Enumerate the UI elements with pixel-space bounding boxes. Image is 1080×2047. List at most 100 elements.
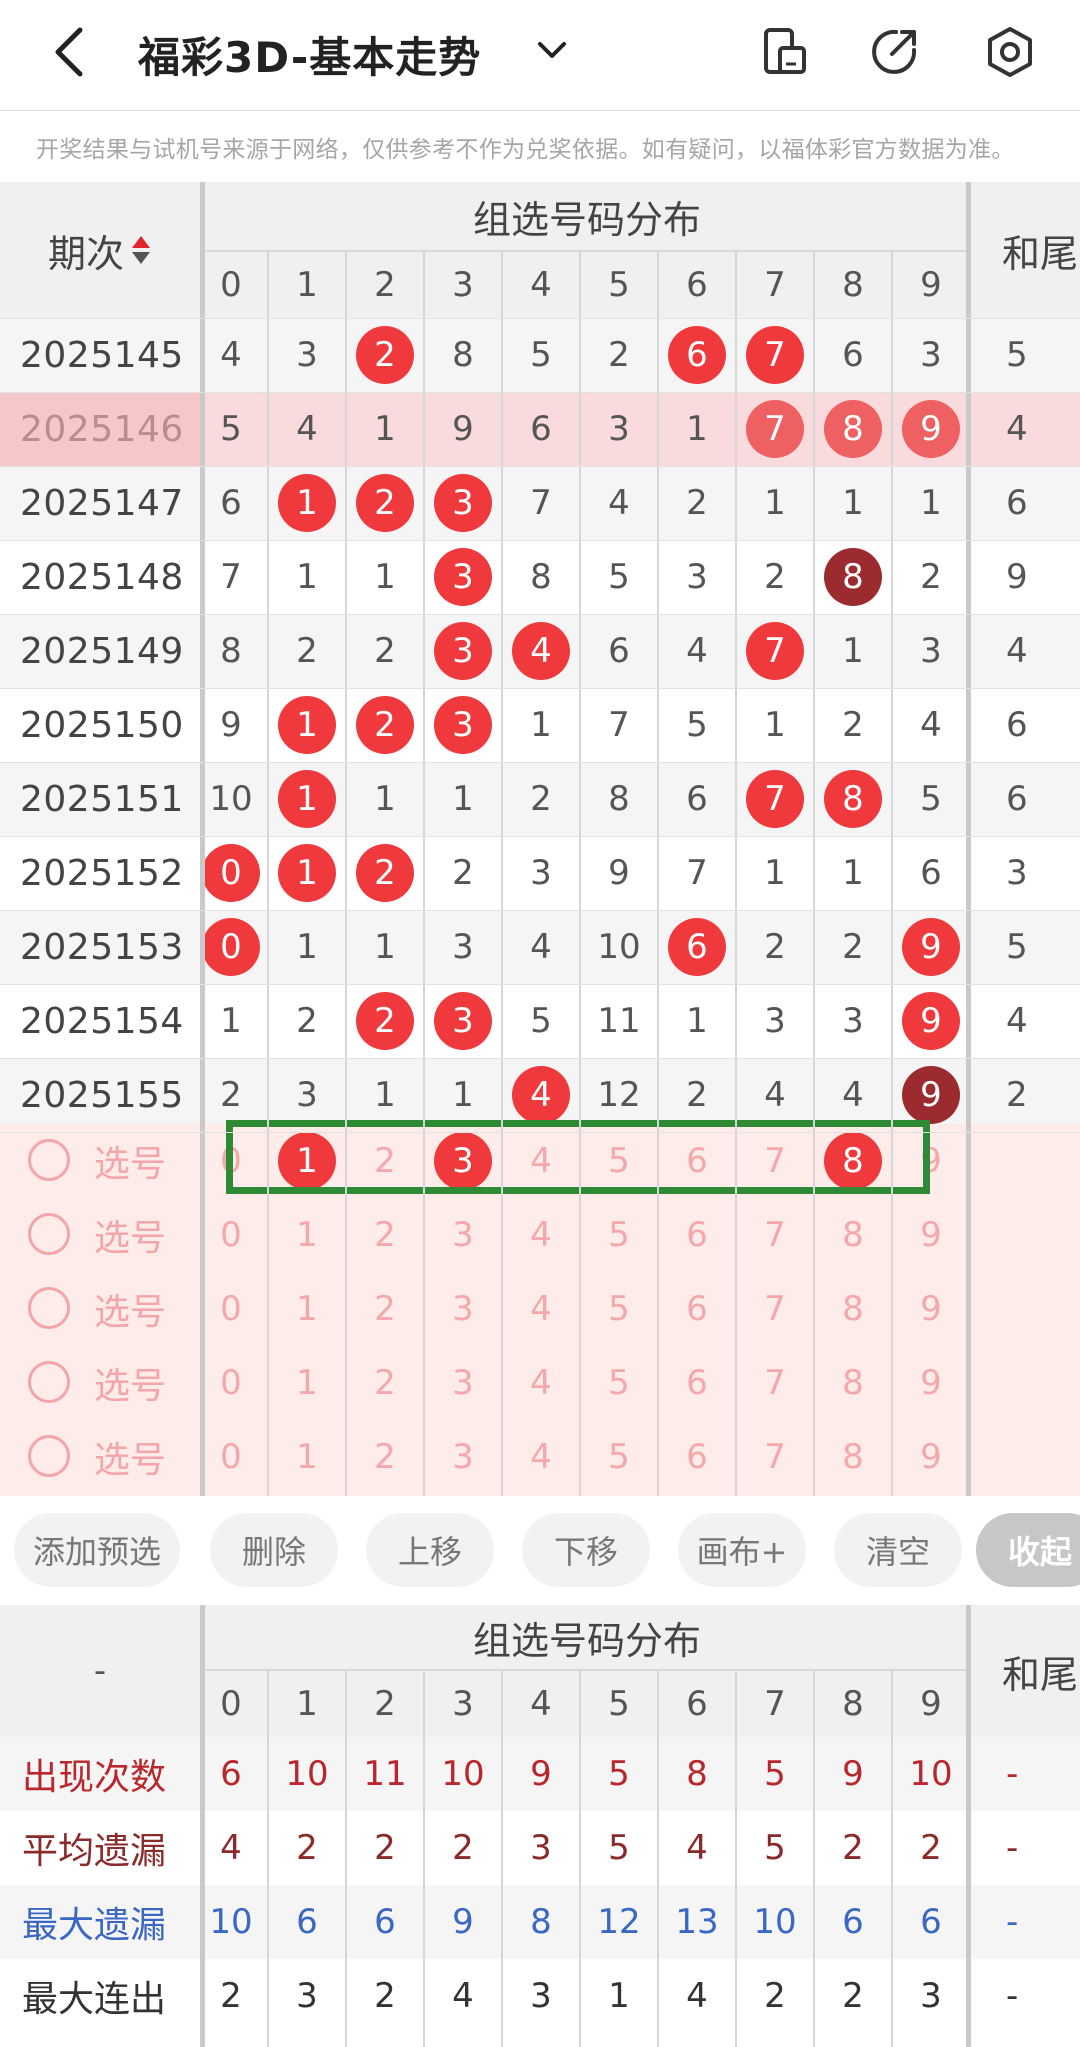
pick-digit-3[interactable]: 3 [424, 1346, 502, 1420]
miss-count-cell: 8 [530, 557, 552, 597]
device-button[interactable] [758, 24, 814, 80]
miss-count-cell: 1 [374, 409, 396, 449]
pick-digit-1[interactable]: 1 [268, 1198, 346, 1272]
pick-digit-8[interactable]: 8 [814, 1420, 892, 1494]
canvas-plus-button[interactable]: 画布+ [678, 1513, 806, 1587]
row-divider [0, 540, 1080, 541]
pick-digit-1[interactable]: 1 [268, 1346, 346, 1420]
stats-value: 3 [530, 1828, 552, 1868]
miss-count-cell: 2 [296, 1001, 318, 1041]
pick-digit-2[interactable]: 2 [346, 1198, 424, 1272]
share-button[interactable] [866, 24, 922, 80]
drawn-number-ball: 2 [356, 326, 414, 384]
pick-digit-9[interactable]: 9 [892, 1272, 970, 1346]
pick-digit-4[interactable]: 4 [502, 1346, 580, 1420]
table-row[interactable]: 2025153 0 1 1 3 4 10 6 2 2 9 5 [0, 910, 1080, 984]
table-row[interactable]: 2025149 8 2 2 3 4 6 4 7 1 3 4 [0, 614, 1080, 688]
miss-count-cell: 3 [686, 557, 708, 597]
stats-value: 6 [374, 1902, 396, 1942]
table-row[interactable]: 2025150 9 1 2 3 1 7 5 1 2 4 6 [0, 688, 1080, 762]
miss-count-cell: 7 [530, 483, 552, 523]
period-number: 2025148 [20, 556, 184, 598]
stats-value: 10 [285, 1754, 329, 1794]
pick-radio-button[interactable] [28, 1287, 70, 1329]
pick-digit-8[interactable]: 8 [814, 1272, 892, 1346]
period-number: 2025153 [20, 926, 184, 968]
pick-row[interactable]: 选号 0 1 2 3 4 5 6 7 8 9 [0, 1420, 1080, 1494]
pick-digit-4[interactable]: 4 [502, 1420, 580, 1494]
pick-radio-button[interactable] [28, 1435, 70, 1477]
pick-radio-button[interactable] [28, 1213, 70, 1255]
drawn-number-ball: 6 [668, 326, 726, 384]
pick-digit-3[interactable]: 3 [424, 1198, 502, 1272]
table-row[interactable]: 2025152 0 1 2 2 3 9 7 1 1 6 3 [0, 836, 1080, 910]
group-distribution-header: 组选号码分布 [472, 197, 701, 242]
miss-count-cell: 1 [452, 779, 474, 819]
pick-digit-5[interactable]: 5 [580, 1346, 658, 1420]
pick-digit-8[interactable]: 8 [814, 1198, 892, 1272]
clear-button[interactable]: 清空 [834, 1513, 962, 1587]
pick-digit-7[interactable]: 7 [736, 1272, 814, 1346]
collapse-button[interactable]: 收起 [976, 1513, 1080, 1587]
period-header-label: 期次 [47, 231, 124, 276]
pick-digit-5[interactable]: 5 [580, 1272, 658, 1346]
table-row[interactable]: 2025154 1 2 2 3 5 11 1 3 3 9 4 [0, 984, 1080, 1058]
pick-digit-8[interactable]: 8 [814, 1346, 892, 1420]
stats-value: 4 [686, 1976, 708, 2016]
pick-digit-5[interactable]: 5 [580, 1198, 658, 1272]
pick-digit-7[interactable]: 7 [736, 1420, 814, 1494]
settings-button[interactable] [982, 24, 1038, 80]
pick-digit-7[interactable]: 7 [736, 1346, 814, 1420]
table-row[interactable]: 2025147 6 1 2 3 7 4 2 1 1 1 6 [0, 466, 1080, 540]
stats-row: 最大遗漏 10 6 6 9 8 12 13 10 6 6- [0, 1885, 1080, 1959]
delete-button[interactable]: 删除 [210, 1513, 338, 1587]
period-header[interactable]: 期次 [0, 182, 200, 318]
miss-count-cell: 2 [764, 927, 786, 967]
move-down-button[interactable]: 下移 [522, 1513, 650, 1587]
drawn-number-ball: 9 [902, 400, 960, 458]
pick-digit-6[interactable]: 6 [658, 1272, 736, 1346]
pick-digit-2[interactable]: 2 [346, 1420, 424, 1494]
title-dropdown-button[interactable] [532, 32, 572, 68]
pick-digit-9[interactable]: 9 [892, 1346, 970, 1420]
digit-cell: 2 [346, 984, 424, 1058]
miss-count-cell: 1 [374, 927, 396, 967]
pick-digit-3[interactable]: 3 [424, 1272, 502, 1346]
back-button[interactable] [50, 26, 90, 78]
table-row[interactable]: 2025148 7 1 1 3 8 5 3 2 8 2 9 [0, 540, 1080, 614]
page-title[interactable]: 福彩3D-基本走势 [138, 24, 481, 85]
digit-cell: 7 [736, 318, 814, 392]
add-preselect-button[interactable]: 添加预选 [14, 1513, 180, 1587]
miss-count-cell: 1 [842, 631, 864, 671]
pick-row[interactable]: 选号 0 1 2 3 4 5 6 7 8 9 [0, 1346, 1080, 1420]
table-row[interactable]: 2025146 5 4 1 9 6 3 1 7 8 9 4 [0, 392, 1080, 466]
pick-row[interactable]: 选号 0 1 2 3 4 5 6 7 8 9 [0, 1198, 1080, 1272]
stats-value: 9 [530, 1754, 552, 1794]
table-row[interactable]: 2025145 4 3 2 8 5 2 6 7 6 3 5 [0, 318, 1080, 392]
stats-value: 8 [686, 1754, 708, 1794]
pick-radio-button[interactable] [28, 1139, 70, 1181]
pick-digit-4[interactable]: 4 [502, 1198, 580, 1272]
digit-header-2: 2 [374, 265, 396, 305]
table-row[interactable]: 2025151 10 1 1 1 2 8 6 7 8 5 6 [0, 762, 1080, 836]
pick-digit-2[interactable]: 2 [346, 1346, 424, 1420]
pick-digit-5[interactable]: 5 [580, 1420, 658, 1494]
pick-digit-6[interactable]: 6 [658, 1346, 736, 1420]
row-divider [0, 1058, 1080, 1059]
pick-digit-1[interactable]: 1 [268, 1272, 346, 1346]
column-divider [267, 252, 269, 1496]
pick-digit-7[interactable]: 7 [736, 1198, 814, 1272]
pick-digit-1[interactable]: 1 [268, 1420, 346, 1494]
pick-digit-6[interactable]: 6 [658, 1420, 736, 1494]
pick-digit-9[interactable]: 9 [892, 1198, 970, 1272]
pick-digit-4[interactable]: 4 [502, 1272, 580, 1346]
pick-digit-9[interactable]: 9 [892, 1420, 970, 1494]
stats-value: 13 [675, 1902, 719, 1942]
pick-row[interactable]: 选号 0 1 2 3 4 5 6 7 8 9 [0, 1272, 1080, 1346]
pick-radio-button[interactable] [28, 1361, 70, 1403]
digit-cell: 3 [424, 984, 502, 1058]
move-up-button[interactable]: 上移 [366, 1513, 494, 1587]
pick-digit-3[interactable]: 3 [424, 1420, 502, 1494]
pick-digit-2[interactable]: 2 [346, 1272, 424, 1346]
pick-digit-6[interactable]: 6 [658, 1198, 736, 1272]
